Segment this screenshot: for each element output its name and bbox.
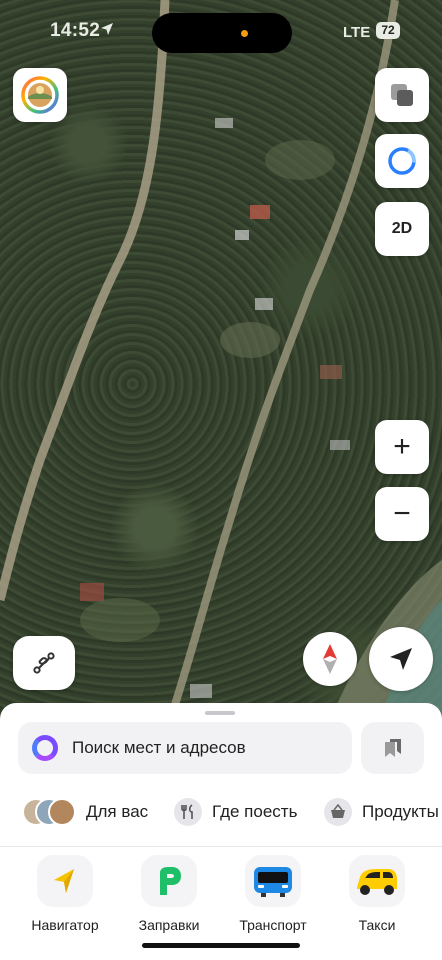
- alice-assistant-button[interactable]: [375, 134, 429, 188]
- chip-for-you[interactable]: Для вас: [22, 795, 148, 829]
- location-services-icon: [101, 23, 113, 35]
- tab-label: Навигатор: [31, 917, 99, 933]
- chip-label: Продукты: [362, 802, 439, 821]
- tab-label: Заправки: [138, 917, 200, 933]
- navigator-arrow-icon: [37, 855, 93, 907]
- profile-button[interactable]: [13, 68, 67, 122]
- sheet-grabber[interactable]: [205, 711, 235, 715]
- bus-icon: [245, 855, 301, 907]
- fork-knife-icon: [174, 798, 202, 826]
- compass-button[interactable]: [303, 632, 357, 686]
- alice-ring-icon: [388, 147, 416, 175]
- zoom-in-button[interactable]: +: [375, 420, 429, 474]
- chip-groceries[interactable]: Продукты: [324, 795, 439, 829]
- route-button[interactable]: [13, 636, 75, 690]
- taxi-car-icon: [349, 855, 405, 907]
- tab-fuel[interactable]: Заправки: [119, 855, 219, 933]
- bottom-sheet: Поиск мест и адресов Для вас Где поесть: [0, 703, 442, 960]
- route-icon: [33, 652, 55, 674]
- privacy-indicator-dot: [241, 30, 248, 37]
- compass-icon: [323, 644, 337, 674]
- battery-level: 72: [376, 22, 400, 39]
- layers-icon: [391, 84, 413, 106]
- status-time: 14:52: [50, 20, 101, 41]
- profile-avatar-icon: [21, 76, 59, 114]
- bookmarks-icon: [384, 739, 401, 757]
- category-chips: Для вас Где поесть Продукты: [0, 789, 442, 833]
- my-location-button[interactable]: [369, 627, 433, 691]
- chip-label: Где поесть: [212, 802, 298, 821]
- location-arrow-icon: [390, 648, 412, 670]
- view-mode-label: 2D: [391, 220, 413, 237]
- service-tabs: Навигатор Заправки Транспорт Такси: [0, 855, 442, 939]
- fuel-p-icon: [141, 855, 197, 907]
- view-mode-toggle-button[interactable]: 2D: [375, 202, 429, 256]
- bookmarks-button[interactable]: [361, 722, 424, 774]
- alice-icon[interactable]: [32, 735, 58, 761]
- tab-taxi[interactable]: Такси: [327, 855, 427, 933]
- dynamic-island: [152, 13, 292, 53]
- search-placeholder[interactable]: Поиск мест и адресов: [72, 738, 246, 758]
- for-you-icon: [22, 798, 76, 826]
- zoom-out-icon: −: [393, 497, 411, 530]
- zoom-in-icon: +: [393, 430, 411, 463]
- zoom-out-button[interactable]: −: [375, 487, 429, 541]
- network-type: LTE: [343, 24, 371, 41]
- tab-transport[interactable]: Транспорт: [223, 855, 323, 933]
- home-indicator[interactable]: [142, 943, 300, 948]
- status-bar: 14:52 LTE 72: [0, 0, 442, 64]
- basket-icon: [324, 798, 352, 826]
- sheet-divider: [0, 846, 442, 847]
- chip-label: Для вас: [86, 802, 149, 821]
- search-bar[interactable]: Поиск мест и адресов: [18, 722, 352, 774]
- map-layers-button[interactable]: [375, 68, 429, 122]
- tab-label: Транспорт: [239, 917, 307, 933]
- tab-label: Такси: [358, 917, 396, 933]
- chip-where-to-eat[interactable]: Где поесть: [174, 795, 297, 829]
- tab-navigator[interactable]: Навигатор: [15, 855, 115, 933]
